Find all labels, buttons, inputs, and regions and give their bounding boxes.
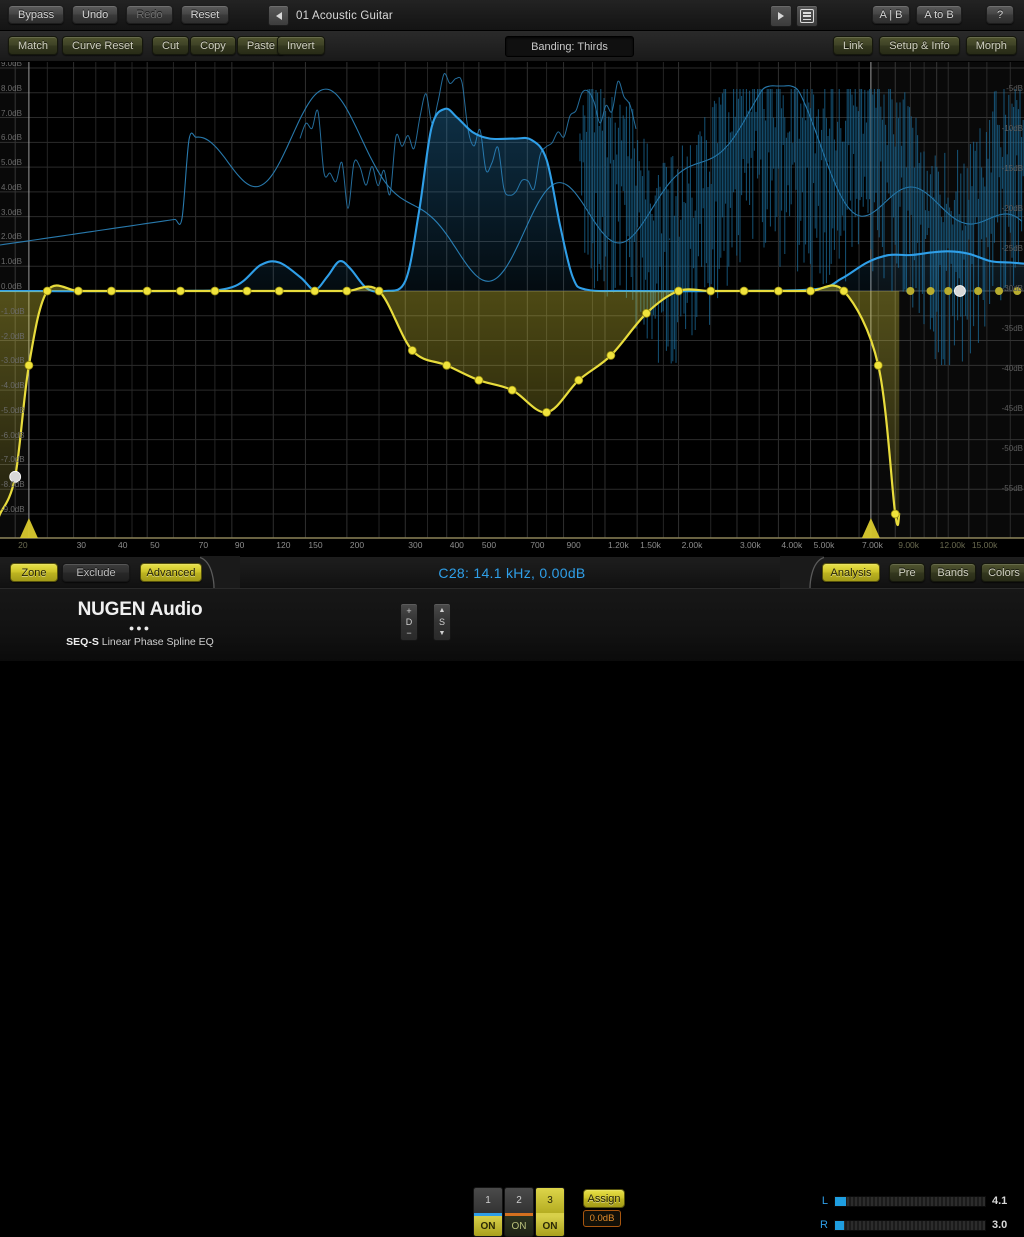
preset-list-button[interactable] xyxy=(796,5,818,27)
band-1-select[interactable]: 1 xyxy=(474,1188,502,1213)
reset-button[interactable]: Reset xyxy=(181,5,230,24)
morph-button[interactable]: Morph xyxy=(966,36,1017,55)
match-button[interactable]: Match xyxy=(8,36,58,55)
setup-info-button[interactable]: Setup & Info xyxy=(879,36,960,55)
s-stepper[interactable]: ▲ S ▼ xyxy=(433,603,451,641)
d-stepper-minus[interactable]: − xyxy=(406,628,411,638)
pre-button[interactable]: Pre xyxy=(889,563,925,582)
match-group: Match xyxy=(8,36,58,55)
undo-button[interactable]: Undo xyxy=(72,5,118,24)
analysis-button[interactable]: Analysis xyxy=(822,563,880,582)
d-stepper-plus[interactable]: + xyxy=(406,606,411,616)
eq-graph-canvas[interactable] xyxy=(0,62,1024,556)
product-name-rest: Linear Phase Spline EQ xyxy=(99,636,214,648)
top-toolbar: Bypass Undo Redo Reset 01 Acoustic Guita… xyxy=(0,0,1024,31)
help-button[interactable]: ? xyxy=(986,5,1014,24)
invert-group: Invert xyxy=(277,36,325,55)
brand-name: NUGEN Audio xyxy=(50,599,230,621)
brand-name-bold: NUGEN Audio xyxy=(78,599,203,620)
status-bar: Zone Exclude Advanced C28: 14.1 kHz, 0.0… xyxy=(0,556,1024,589)
band-2-on-toggle[interactable]: ON xyxy=(505,1216,533,1236)
clipboard-group: Cut Copy Paste xyxy=(152,36,285,55)
band-1-on-toggle[interactable]: ON xyxy=(474,1216,502,1236)
analysis-controls-group: Analysis Pre Bands Colors xyxy=(822,563,1024,582)
curve-toolbar: Match Curve Reset Cut Copy Paste Invert … xyxy=(0,31,1024,62)
band-2-column[interactable]: 2 ON xyxy=(504,1187,534,1237)
edit-history-group: Undo Redo Reset xyxy=(72,5,229,24)
bands-button[interactable]: Bands xyxy=(930,563,976,582)
colors-button[interactable]: Colors xyxy=(981,563,1024,582)
meter-fill-r xyxy=(835,1221,844,1230)
curve-reset-group: Curve Reset xyxy=(62,36,143,55)
s-stepper-label: S xyxy=(439,617,445,627)
band-1-column[interactable]: 1 ON xyxy=(473,1187,503,1237)
a-to-b-button[interactable]: A to B xyxy=(916,5,962,24)
preset-previous-button[interactable] xyxy=(268,5,289,26)
link-button[interactable]: Link xyxy=(833,36,873,55)
help-group: ? xyxy=(986,5,1014,24)
banding-selector[interactable]: Banding: Thirds xyxy=(505,36,634,57)
meter-fill-l xyxy=(835,1197,846,1206)
footer-panel: NUGEN Audio ●●● SEQ-S Linear Phase Splin… xyxy=(0,588,1024,661)
redo-button[interactable]: Redo xyxy=(126,5,172,24)
gain-field[interactable]: 0.0dB xyxy=(583,1210,621,1227)
meter-track-l xyxy=(834,1196,986,1207)
meter-row-r: R 3.0 xyxy=(818,1219,1018,1231)
ab-compare-group: A | B A to B xyxy=(872,5,962,24)
preset-actions-group xyxy=(770,5,818,27)
product-name-bold: SEQ-S xyxy=(66,636,99,648)
band-3-select[interactable]: 3 xyxy=(536,1188,564,1213)
play-button[interactable] xyxy=(770,5,792,27)
meter-track-r xyxy=(834,1220,986,1231)
brand-dots: ●●● xyxy=(50,623,230,633)
brand-block: NUGEN Audio ●●● SEQ-S Linear Phase Splin… xyxy=(50,599,230,648)
preset-selector: 01 Acoustic Guitar xyxy=(268,5,393,26)
product-name: SEQ-S Linear Phase Spline EQ xyxy=(50,636,230,648)
band-3-on-toggle[interactable]: ON xyxy=(536,1216,564,1236)
chevron-left-icon xyxy=(276,12,282,20)
band-3-column[interactable]: 3 ON xyxy=(535,1187,565,1237)
eq-graph[interactable]: 9.0dB8.0dB7.0dB6.0dB5.0dB4.0dB3.0dB2.0dB… xyxy=(0,62,1024,556)
cut-button[interactable]: Cut xyxy=(152,36,189,55)
curve-reset-button[interactable]: Curve Reset xyxy=(62,36,143,55)
plugin-window: Bypass Undo Redo Reset 01 Acoustic Guita… xyxy=(0,0,1024,660)
meter-label-r: R xyxy=(818,1219,828,1231)
right-tools-group: Link Setup & Info Morph xyxy=(833,36,1017,55)
s-stepper-up[interactable]: ▲ xyxy=(439,607,446,614)
preset-name-label: 01 Acoustic Guitar xyxy=(296,10,393,22)
invert-button[interactable]: Invert xyxy=(277,36,325,55)
s-stepper-down[interactable]: ▼ xyxy=(439,630,446,637)
play-icon xyxy=(778,12,784,20)
zone-markers[interactable] xyxy=(20,518,880,538)
band-2-select[interactable]: 2 xyxy=(505,1188,533,1213)
d-stepper-label: D xyxy=(406,617,413,627)
meter-row-l: L 4.1 xyxy=(818,1195,1018,1207)
bypass-button[interactable]: Bypass xyxy=(8,5,64,24)
meter-value-r: 3.0 xyxy=(992,1219,1018,1231)
meter-label-l: L xyxy=(818,1195,828,1207)
meter-value-l: 4.1 xyxy=(992,1195,1018,1207)
assign-button[interactable]: Assign xyxy=(583,1189,625,1208)
copy-button[interactable]: Copy xyxy=(190,36,236,55)
list-icon xyxy=(800,9,814,23)
transport-group: Bypass xyxy=(8,5,64,24)
ab-toggle-button[interactable]: A | B xyxy=(872,5,910,24)
d-stepper[interactable]: + D − xyxy=(400,603,418,641)
